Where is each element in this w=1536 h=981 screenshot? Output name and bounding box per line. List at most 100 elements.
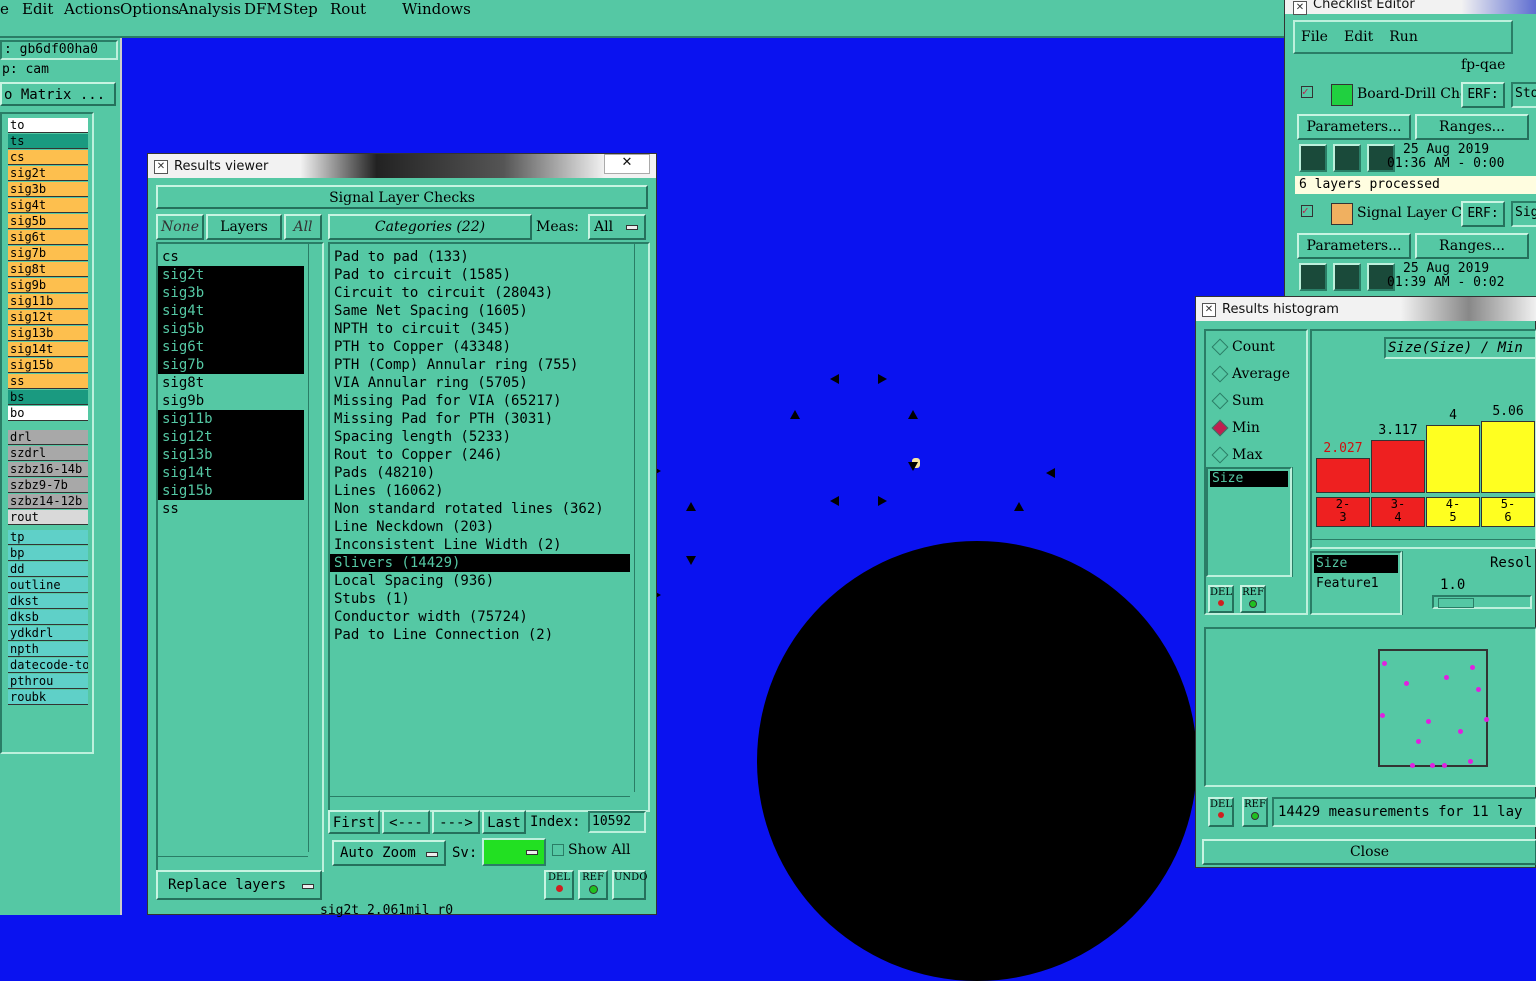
layer-item[interactable]: sig5b xyxy=(8,214,88,229)
measure-scrollbar[interactable] xyxy=(1402,551,1415,615)
layer-item[interactable]: roubk xyxy=(8,690,88,705)
preview-canvas[interactable] xyxy=(1378,649,1489,768)
results-layer-item[interactable]: sig7b xyxy=(158,356,304,374)
layer-item[interactable]: drl xyxy=(8,430,88,445)
ref-button[interactable]: REF xyxy=(1240,585,1266,613)
show-all-checkbox[interactable] xyxy=(552,844,564,856)
check-enabled-checkbox[interactable]: ✓ xyxy=(1301,205,1313,217)
category-item[interactable]: Line Neckdown (203) xyxy=(330,518,630,536)
layer-item[interactable]: sig12t xyxy=(8,310,88,325)
menu-item[interactable]: Windows xyxy=(402,0,471,18)
first-button[interactable]: First xyxy=(328,810,380,834)
layer-item[interactable]: sig15b xyxy=(8,358,88,373)
layer-item[interactable]: sig8t xyxy=(8,262,88,277)
histogram-option[interactable]: Max xyxy=(1206,445,1306,465)
results-layer-item[interactable]: sig8t xyxy=(158,374,304,392)
category-item[interactable]: Missing Pad for PTH (3031) xyxy=(330,410,630,428)
slider-thumb[interactable] xyxy=(1438,598,1474,608)
histogram-option[interactable]: Sum xyxy=(1206,391,1306,411)
category-item[interactable]: Inconsistent Line Width (2) xyxy=(330,536,630,554)
histogram-bar[interactable] xyxy=(1426,425,1480,493)
results-layer-item[interactable]: sig5b xyxy=(158,320,304,338)
results-layer-item[interactable]: sig14t xyxy=(158,464,304,482)
results-layer-item[interactable]: sig6t xyxy=(158,338,304,356)
histogram-titlebar[interactable]: ✕ Results histogram xyxy=(1196,297,1536,321)
category-item[interactable]: Slivers (14429) xyxy=(330,554,630,572)
histogram-option[interactable]: Min xyxy=(1206,418,1306,438)
layer-item[interactable]: ts xyxy=(8,134,88,149)
del-button-bottom[interactable]: DEL xyxy=(1208,797,1234,827)
results-layer-item[interactable]: sig15b xyxy=(158,482,304,500)
layer-item[interactable]: sig9b xyxy=(8,278,88,293)
run-action-icon[interactable] xyxy=(1299,263,1327,291)
undo-button[interactable]: UNDO xyxy=(612,870,647,900)
check-enabled-checkbox[interactable]: ✓ xyxy=(1301,86,1313,98)
results-viewer-titlebar[interactable]: ✕ Results viewer ✕ xyxy=(148,154,656,178)
parameters-button[interactable]: Parameters... xyxy=(1297,233,1411,259)
menu-item[interactable]: Options xyxy=(120,0,179,18)
bar-range-label[interactable]: 5- 6 xyxy=(1481,497,1535,527)
index-input[interactable]: 10592 xyxy=(588,811,646,833)
results-layer-item[interactable]: cs xyxy=(158,248,304,266)
layer-item[interactable]: ss xyxy=(8,374,88,389)
field-scrollbar[interactable] xyxy=(1292,467,1305,577)
measure-list-item[interactable]: Feature1 xyxy=(1314,575,1398,593)
category-item[interactable]: Lines (16062) xyxy=(330,482,630,500)
category-item[interactable]: Conductor width (75724) xyxy=(330,608,630,626)
category-item[interactable]: Stubs (1) xyxy=(330,590,630,608)
checklist-menu-item[interactable]: File xyxy=(1301,29,1328,45)
del-button[interactable]: DEL xyxy=(1208,585,1234,613)
layer-item[interactable]: npth xyxy=(8,642,88,657)
layer-item[interactable]: bs xyxy=(8,390,88,405)
layer-item[interactable]: sig2t xyxy=(8,166,88,181)
ref-button[interactable]: REF xyxy=(578,870,608,900)
parameters-button[interactable]: Parameters... xyxy=(1297,114,1411,140)
histogram-bar[interactable] xyxy=(1371,440,1425,493)
layer-item[interactable]: pthrou xyxy=(8,674,88,689)
layer-item[interactable]: szdrl xyxy=(8,446,88,461)
all-layers-button[interactable]: All xyxy=(284,214,322,240)
erf-button[interactable]: ERF: xyxy=(1461,201,1505,227)
del-button[interactable]: DEL xyxy=(544,870,574,900)
layer-item[interactable]: dksb xyxy=(8,610,88,625)
results-layer-item[interactable]: sig13b xyxy=(158,446,304,464)
menu-item[interactable]: Actions xyxy=(64,0,120,18)
layer-item[interactable]: to xyxy=(8,118,88,133)
menu-item[interactable]: Analysis xyxy=(178,0,241,18)
layer-item[interactable]: dd xyxy=(8,562,88,577)
layer-item[interactable]: ydkdrl xyxy=(8,626,88,641)
layer-item[interactable]: sig4t xyxy=(8,198,88,213)
layer-item[interactable]: szbz14-12b xyxy=(8,494,88,509)
close-button[interactable]: Close xyxy=(1202,839,1536,865)
category-item[interactable]: NPTH to circuit (345) xyxy=(330,320,630,338)
layer-item[interactable]: sig7b xyxy=(8,246,88,261)
layer-item[interactable]: dkst xyxy=(8,594,88,609)
layers-hscrollbar[interactable] xyxy=(158,856,308,869)
category-item[interactable]: Pad to circuit (1585) xyxy=(330,266,630,284)
ref-button-bottom[interactable]: REF xyxy=(1242,797,1268,827)
results-layer-item[interactable]: sig4t xyxy=(158,302,304,320)
auto-zoom-dropdown[interactable]: Auto Zoom xyxy=(332,840,446,866)
bar-range-label[interactable]: 2- 3 xyxy=(1316,497,1370,527)
layers-scrollbar[interactable] xyxy=(308,244,321,852)
category-item[interactable]: Pads (48210) xyxy=(330,464,630,482)
results-layer-item[interactable]: sig3b xyxy=(158,284,304,302)
category-item[interactable]: VIA Annular ring (5705) xyxy=(330,374,630,392)
results-layer-item[interactable]: sig9b xyxy=(158,392,304,410)
category-item[interactable]: Non standard rotated lines (362) xyxy=(330,500,630,518)
category-item[interactable]: Spacing length (5233) xyxy=(330,428,630,446)
layer-item[interactable]: bo xyxy=(8,406,88,421)
categories-button[interactable]: Categories (22) xyxy=(328,214,532,240)
resol-slider[interactable] xyxy=(1432,595,1532,609)
checklist-menu-item[interactable]: Run xyxy=(1389,29,1418,45)
layer-item[interactable]: sig11b xyxy=(8,294,88,309)
erf-button[interactable]: ERF: xyxy=(1461,82,1505,108)
layer-item[interactable]: rout xyxy=(8,510,88,525)
histogram-bar[interactable] xyxy=(1481,421,1535,493)
ranges-button[interactable]: Ranges... xyxy=(1415,114,1529,140)
menu-item[interactable]: Step xyxy=(283,0,318,18)
bar-range-label[interactable]: 3- 4 xyxy=(1371,497,1425,527)
measure-list-item[interactable]: Size xyxy=(1314,555,1398,573)
menu-item[interactable]: DFM xyxy=(244,0,282,18)
prev-button[interactable]: <--- xyxy=(382,810,430,834)
